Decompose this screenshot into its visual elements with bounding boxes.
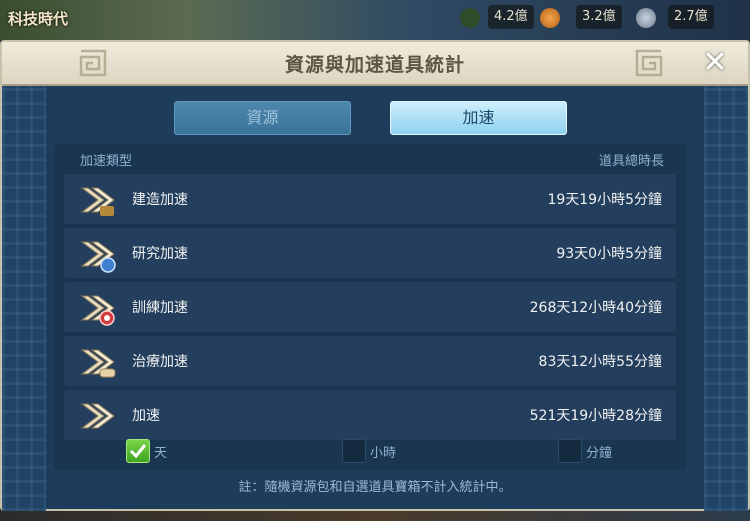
table-row: 治療加速 83天12小時55分鐘	[64, 336, 676, 386]
column-header-type: 加速類型	[80, 154, 133, 169]
healing-speedup-icon	[80, 349, 116, 378]
row-name: 訓練加速	[132, 300, 188, 316]
table-row: 訓練加速 268天12小時40分鐘	[64, 282, 676, 332]
meander-ornament-icon	[635, 49, 663, 77]
left-border-pattern	[2, 86, 46, 511]
table-row: 加速 521天19小時28分鐘	[64, 390, 676, 440]
universal-speedup-icon	[80, 403, 115, 429]
footnote: 註：隨機資源包和自選道具寶箱不計入統計中。	[238, 480, 512, 495]
training-speedup-icon	[80, 295, 115, 326]
unit-minutes-label: 分鐘	[586, 446, 613, 461]
food-icon	[460, 8, 480, 28]
stone-icon	[636, 8, 656, 28]
research-speedup-icon	[80, 241, 116, 273]
row-name: 建造加速	[132, 192, 188, 208]
checkmark-icon	[129, 444, 147, 459]
row-name: 治療加速	[132, 354, 188, 370]
dialog-title-bar: 資源與加速道具統計 ✕	[2, 42, 748, 86]
right-border-pattern	[704, 86, 748, 511]
unit-hours-label: 小時	[370, 446, 397, 461]
resource-wood-amount: 3.2億	[576, 5, 622, 29]
column-header-total: 道具總時長	[598, 154, 664, 169]
close-icon: ✕	[702, 45, 728, 80]
unit-days-checkbox[interactable]	[126, 439, 150, 463]
row-value: 521天19小時28分鐘	[529, 408, 662, 424]
row-value: 93天0小時5分鐘	[556, 246, 662, 262]
tab-resources[interactable]: 資源	[174, 101, 351, 135]
background-title: 科技時代	[8, 10, 69, 28]
wood-icon	[540, 8, 560, 28]
unit-days-label: 天	[154, 446, 168, 461]
row-value: 83天12小時55分鐘	[538, 354, 662, 370]
table-row: 建造加速 19天19小時5分鐘	[64, 174, 676, 224]
tab-speedups[interactable]: 加速	[390, 101, 567, 135]
row-value: 268天12小時40分鐘	[529, 300, 662, 316]
resource-stone-amount: 2.7億	[668, 5, 714, 29]
row-value: 19天19小時5分鐘	[547, 192, 662, 208]
row-name: 研究加速	[132, 246, 188, 262]
unit-hours-checkbox[interactable]	[342, 439, 366, 463]
speedup-table: 加速類型 道具總時長 建造加速 19天19小時5分鐘 研究加速 93天0小時5分…	[54, 144, 686, 470]
table-row: 研究加速 93天0小時5分鐘	[64, 228, 676, 278]
close-button[interactable]: ✕	[700, 48, 730, 78]
row-name: 加速	[132, 408, 160, 424]
build-speedup-icon	[80, 187, 115, 216]
resource-food-amount: 4.2億	[488, 5, 534, 29]
unit-minutes-checkbox[interactable]	[558, 439, 582, 463]
speedup-stats-dialog: 資源與加速道具統計 ✕ 資源 加速 加速類型 道具總時長 建造加速 19天19小…	[0, 40, 750, 511]
